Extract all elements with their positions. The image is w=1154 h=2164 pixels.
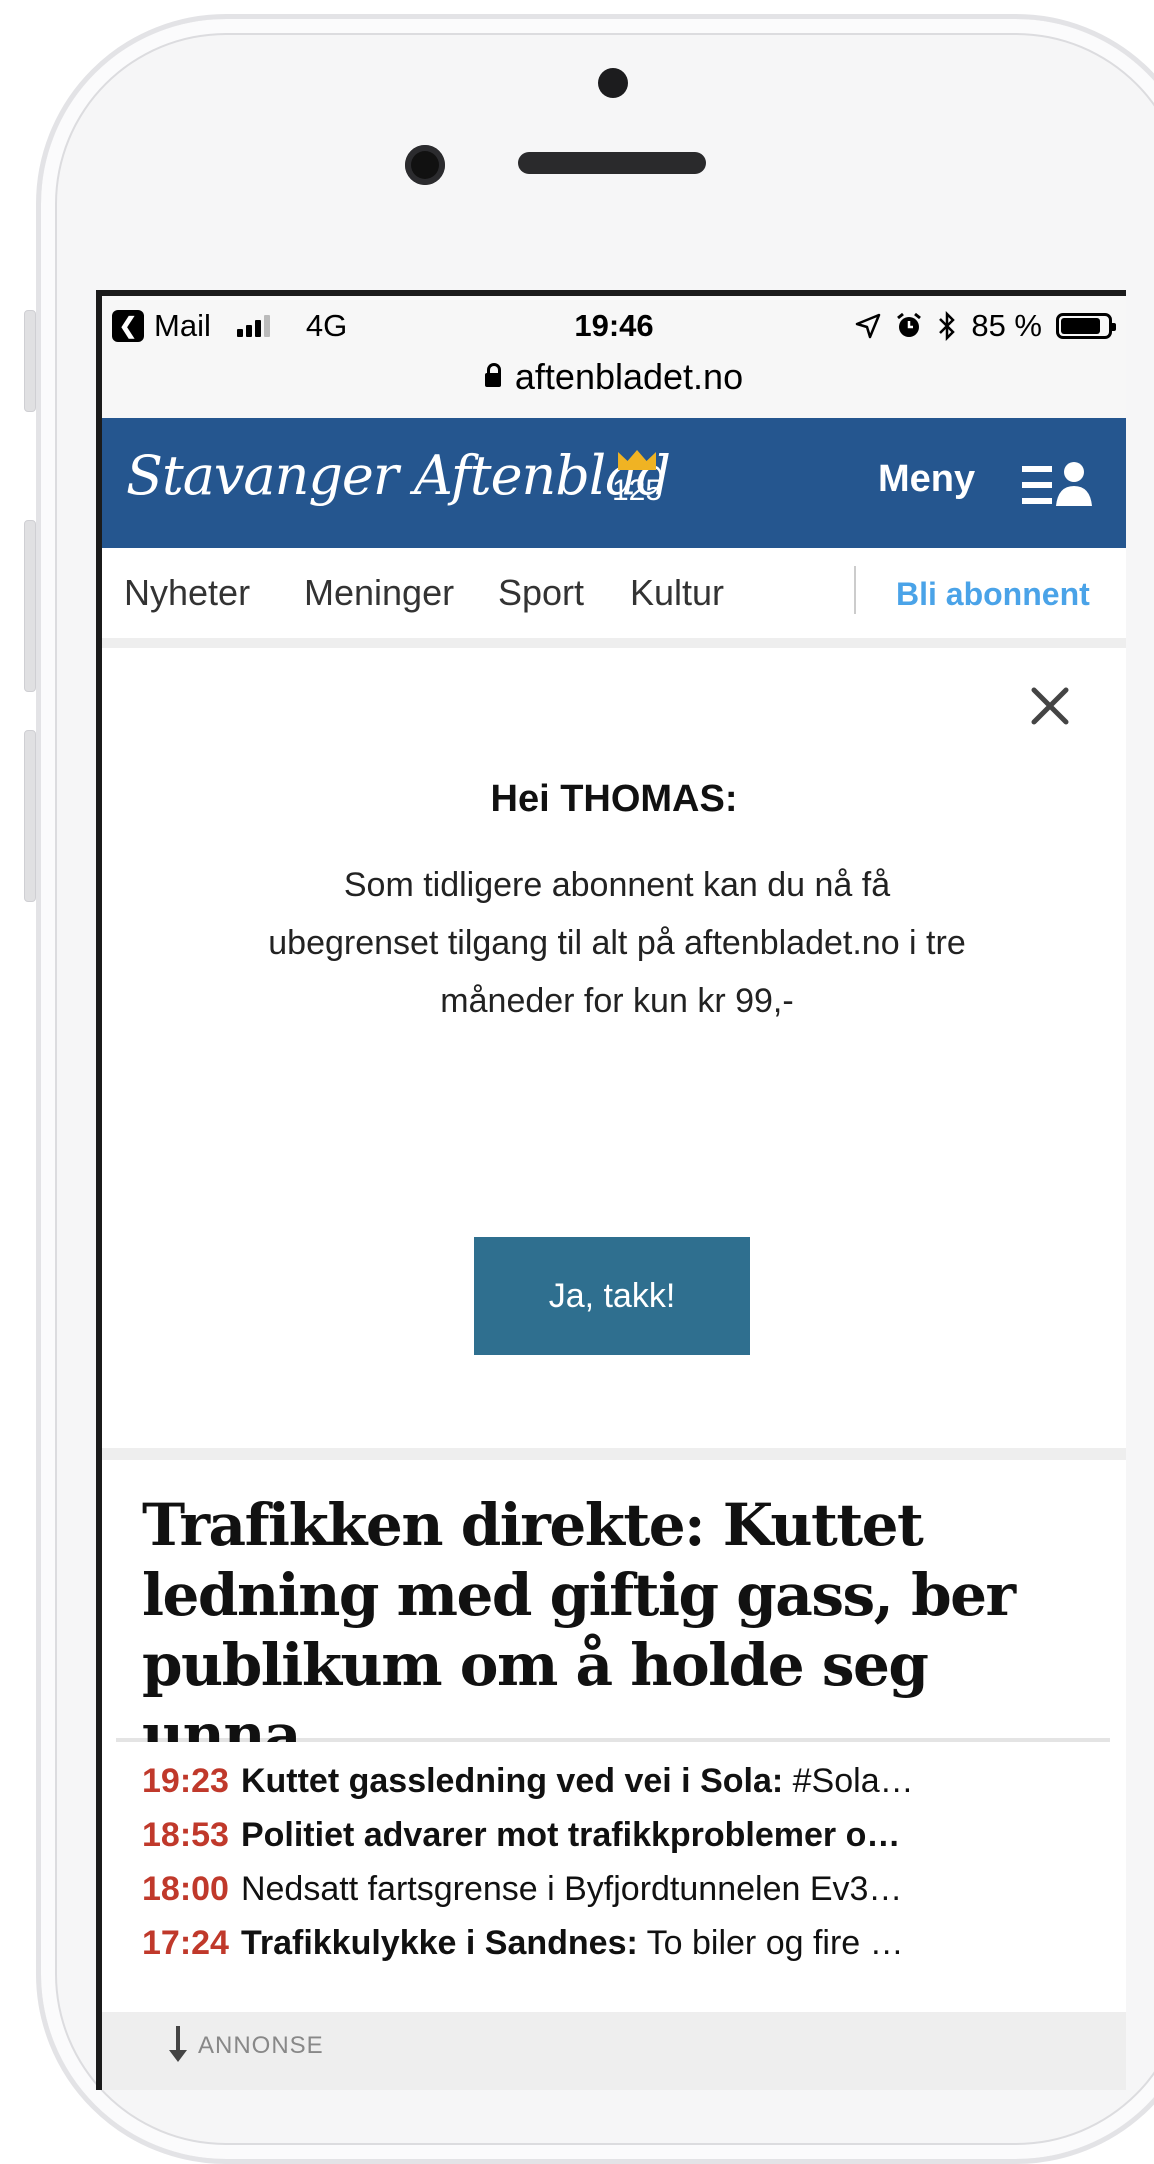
ad-area: ANNONSE bbox=[102, 2012, 1126, 2090]
volume-down-button bbox=[24, 730, 36, 902]
live-item-title: Politiet advarer mot trafikkproblemer o… bbox=[240, 1816, 901, 1854]
article-card[interactable]: Trafikken direkte: Kuttet ledning med gi… bbox=[116, 1460, 1110, 1769]
logo-badge-number: 125 bbox=[612, 474, 663, 507]
offer-title: Hei THOMAS: bbox=[490, 778, 738, 820]
live-item-time: 18:00 bbox=[142, 1870, 229, 1908]
live-item-title: Kuttet gassledning ved vei i Sola: bbox=[240, 1762, 784, 1800]
battery-percent: 85 % bbox=[971, 308, 1042, 343]
status-bar: ❮ Mail 4G 19:46 85 % bbox=[102, 296, 1126, 356]
location-icon bbox=[856, 313, 881, 339]
battery-icon bbox=[1056, 313, 1116, 339]
live-item[interactable]: 18:53 Politiet advarer mot trafikkproblem… bbox=[142, 1816, 1092, 1855]
menu-user-icon[interactable] bbox=[1022, 460, 1094, 510]
logo-badge: 125 bbox=[612, 450, 662, 508]
live-item[interactable]: 19:23 Kuttet gassledning ved vei i Sola: … bbox=[142, 1762, 1092, 1801]
screen: ❮ Mail 4G 19:46 85 % aftenbladet.no Stav… bbox=[96, 290, 1126, 2090]
nav-item-nyheter[interactable]: Nyheter bbox=[124, 572, 250, 614]
live-item-text: To biler og fire … bbox=[637, 1924, 904, 1962]
article-headline[interactable]: Trafikken direkte: Kuttet ledning med gi… bbox=[142, 1490, 1092, 1770]
live-item[interactable]: 17:24 Trafikkulykke i Sandnes: To biler o… bbox=[142, 1924, 1092, 1963]
proximity-sensor bbox=[598, 68, 628, 98]
site-header: Stavanger Aftenblad 125 Meny bbox=[102, 418, 1126, 548]
live-item[interactable]: 18:00 Nedsatt fartsgrense i Byfjordtunnel… bbox=[142, 1870, 1092, 1909]
site-logo[interactable]: Stavanger Aftenblad bbox=[126, 444, 671, 507]
alarm-icon bbox=[897, 312, 922, 337]
arrow-down-icon bbox=[169, 2026, 187, 2062]
nav-item-sport[interactable]: Sport bbox=[498, 572, 584, 614]
live-item-time: 18:53 bbox=[142, 1816, 229, 1854]
lock-icon bbox=[484, 363, 501, 387]
section-nav: Nyheter Meninger Sport Kultur Bli abonne… bbox=[102, 548, 1126, 648]
close-icon[interactable] bbox=[1026, 682, 1074, 730]
nav-divider bbox=[854, 566, 856, 614]
crown-icon bbox=[618, 450, 657, 470]
volume-up-button bbox=[24, 520, 36, 692]
live-item-text: Nedsatt fartsgrense i Byfjordtunnelen Ev… bbox=[240, 1870, 903, 1908]
live-feed: 19:23 Kuttet gassledning ved vei i Sola: … bbox=[116, 1742, 1110, 2012]
nav-item-kultur[interactable]: Kultur bbox=[630, 572, 724, 614]
nav-item-meninger[interactable]: Meninger bbox=[304, 572, 454, 614]
accept-offer-button[interactable]: Ja, takk! bbox=[474, 1237, 750, 1355]
subscribe-link[interactable]: Bli abonnent bbox=[896, 576, 1090, 613]
subscription-offer-panel: Hei THOMAS: Som tidligere abonnent kan d… bbox=[102, 648, 1126, 1460]
offer-text: Som tidligere abonnent kan du nå få ubeg… bbox=[268, 866, 966, 1020]
bluetooth-icon bbox=[939, 311, 956, 341]
live-item-time: 17:24 bbox=[142, 1924, 229, 1962]
front-camera bbox=[405, 145, 445, 185]
url-text[interactable]: aftenbladet.no bbox=[515, 356, 743, 397]
live-item-time: 19:23 bbox=[142, 1762, 229, 1800]
earpiece-speaker bbox=[518, 152, 706, 174]
menu-button[interactable]: Meny bbox=[878, 458, 975, 501]
live-item-title: Trafikkulykke i Sandnes: bbox=[240, 1924, 638, 1962]
ad-label: ANNONSE bbox=[198, 2032, 324, 2059]
live-item-text: #Sola… bbox=[783, 1762, 914, 1800]
side-button bbox=[24, 310, 36, 412]
address-bar[interactable]: aftenbladet.no bbox=[102, 356, 1126, 418]
